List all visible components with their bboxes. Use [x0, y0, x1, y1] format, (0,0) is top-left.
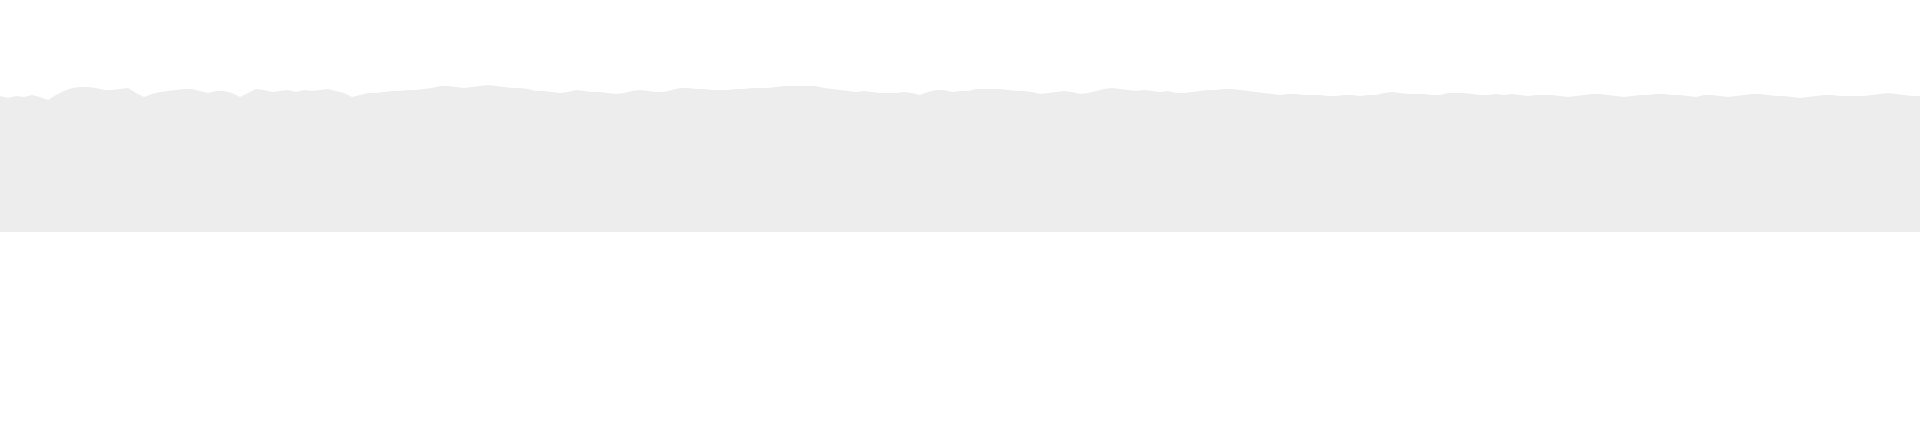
torn-band — [0, 85, 1920, 232]
page — [0, 0, 1920, 423]
torn-edge-divider — [0, 0, 1920, 423]
